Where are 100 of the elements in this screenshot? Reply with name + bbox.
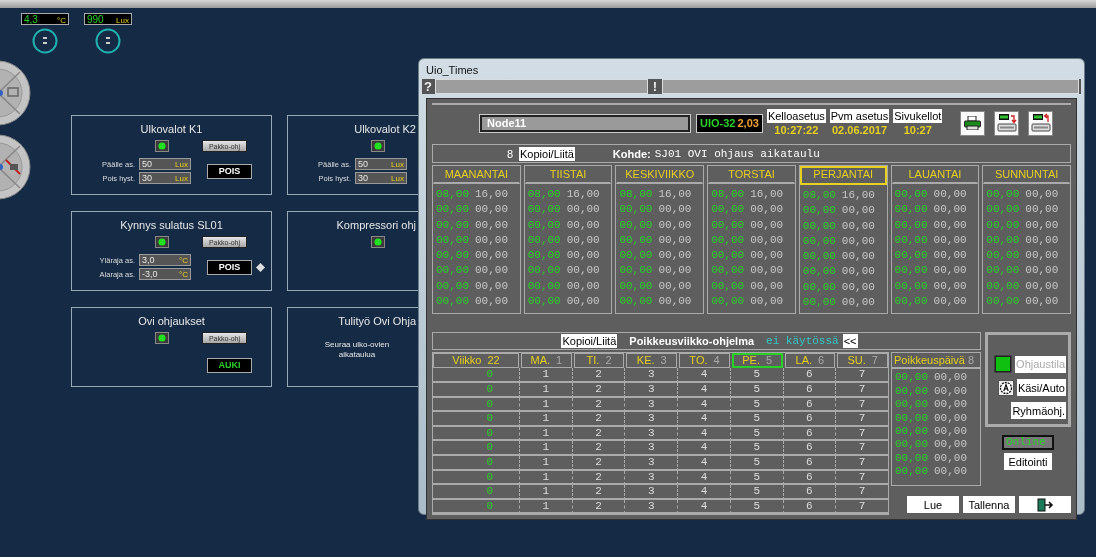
start-time[interactable]: 00,00 [895,371,928,385]
end-time[interactable]: 00,00 [475,217,509,233]
setpoint-field[interactable]: 30 Lux [139,172,191,184]
start-time[interactable]: 00,00 [895,425,928,439]
table-cell[interactable]: 1 [519,368,572,383]
end-time[interactable]: 00,00 [1025,294,1059,310]
end-time[interactable]: 00,00 [934,371,968,385]
end-time[interactable]: 16,00 [475,187,509,203]
table-cell[interactable]: 7 [835,412,888,427]
end-time[interactable]: 00,00 [566,278,600,295]
end-time[interactable]: 00,00 [750,263,784,279]
table-cell[interactable]: 7 [835,455,888,471]
end-time[interactable]: 00,00 [658,294,692,310]
indicator-icon[interactable] [155,140,169,152]
end-time[interactable]: 00,00 [841,249,875,265]
table-cell[interactable]: 3 [624,412,678,427]
end-time[interactable]: 00,00 [566,248,600,264]
end-time[interactable]: 00,00 [475,263,509,279]
table-cell[interactable]: 3 [624,485,678,500]
start-time[interactable]: 00,00 [619,278,653,295]
end-time[interactable]: 00,00 [566,232,600,249]
start-time[interactable]: 00,00 [802,218,836,234]
nav-wheel-icon[interactable] [0,60,34,126]
table-cell[interactable]: 4 [677,441,730,456]
start-time[interactable]: 00,00 [711,248,745,264]
end-time[interactable]: 00,00 [475,202,509,218]
start-time[interactable]: 00,00 [986,232,1020,249]
clock-button[interactable]: Pvm asetus [829,109,890,123]
end-time[interactable]: 00,00 [934,451,968,466]
end-time[interactable]: 00,00 [841,218,875,234]
start-time[interactable]: 00,00 [527,232,561,249]
end-time[interactable]: 00,00 [475,294,509,310]
start-time[interactable]: 08,00 [436,187,469,203]
table-cell[interactable]: 0 [433,455,519,471]
end-time[interactable]: 00,00 [475,278,509,295]
column-header[interactable]: TI. 2 [573,353,625,369]
end-time[interactable]: 00,00 [933,232,967,249]
table-cell[interactable]: 3 [624,382,678,398]
table-cell[interactable]: 2 [571,412,625,427]
column-header[interactable]: PE. 5 [731,353,783,369]
indicator-icon[interactable] [155,332,169,344]
table-cell[interactable]: 5 [729,499,783,515]
end-time[interactable]: 00,00 [750,217,784,233]
table-cell[interactable]: 3 [624,470,678,486]
start-time[interactable]: 00,00 [711,232,745,249]
table-cell[interactable]: 0 [433,441,519,456]
start-time[interactable]: 00,00 [711,217,745,233]
end-time[interactable]: 00,00 [933,263,967,279]
start-time[interactable]: 00,00 [802,279,836,296]
end-time[interactable]: 00,00 [933,294,967,310]
table-cell[interactable]: 6 [782,368,836,383]
table-cell[interactable]: 6 [782,441,836,456]
table-cell[interactable]: 1 [519,470,572,486]
end-time[interactable]: 00,00 [475,232,509,249]
end-time[interactable]: 16,00 [750,187,784,203]
start-time[interactable]: 00,00 [619,202,653,218]
start-time[interactable]: 00,00 [895,451,928,466]
end-time[interactable]: 00,00 [841,295,875,311]
indicator-icon[interactable] [371,236,385,248]
end-time[interactable]: 00,00 [1025,217,1059,233]
start-time[interactable]: 00,00 [894,232,928,249]
edit-button[interactable]: Editointi [1004,453,1052,471]
end-time[interactable]: 00,00 [750,294,784,310]
table-cell[interactable]: 4 [677,368,730,383]
table-cell[interactable]: 3 [624,499,678,515]
end-time[interactable]: 00,00 [750,202,784,218]
mode-button[interactable]: Ryhmäohj. [1011,402,1066,420]
table-cell[interactable]: 6 [782,412,836,427]
table-cell[interactable]: 6 [782,397,836,413]
day-header[interactable]: KESKIVIIKKO [616,166,704,184]
table-cell[interactable]: 3 [624,426,678,442]
start-time[interactable]: 00,00 [436,294,469,310]
table-cell[interactable]: 5 [729,426,783,442]
start-time[interactable]: 00,00 [895,398,928,412]
start-time[interactable]: 00,00 [895,465,928,479]
action-button[interactable]: Lue [907,496,959,514]
end-time[interactable]: 00,00 [750,248,784,264]
end-time[interactable]: 00,00 [658,217,692,233]
start-time[interactable]: 00,00 [436,217,469,233]
setpoint-field[interactable]: 50 Lux [355,158,407,170]
end-time[interactable]: 00,00 [750,232,784,249]
table-cell[interactable]: 4 [677,397,730,413]
setpoint-field[interactable]: -3,0 °C [139,268,191,280]
table-cell[interactable]: 4 [677,470,730,486]
start-time[interactable]: 00,00 [436,202,469,218]
indicator-icon[interactable] [155,236,169,248]
start-time[interactable]: 00,00 [527,217,561,233]
day-header[interactable]: SUNNUNTAI [983,166,1070,184]
start-time[interactable]: 00,00 [894,294,928,310]
action-button[interactable]: Tallenna [963,496,1015,514]
table-cell[interactable]: 0 [433,470,519,486]
start-time[interactable]: 00,00 [895,411,928,425]
setpoint-field[interactable]: 3,0 °C [139,254,191,266]
table-cell[interactable]: 0 [433,485,519,500]
table-cell[interactable]: 4 [677,455,730,471]
start-time[interactable]: 00,00 [894,202,928,218]
end-time[interactable]: 00,00 [841,233,875,250]
start-time[interactable]: 00,00 [802,264,836,280]
table-cell[interactable]: 5 [729,455,783,471]
table-cell[interactable]: 3 [624,455,678,471]
